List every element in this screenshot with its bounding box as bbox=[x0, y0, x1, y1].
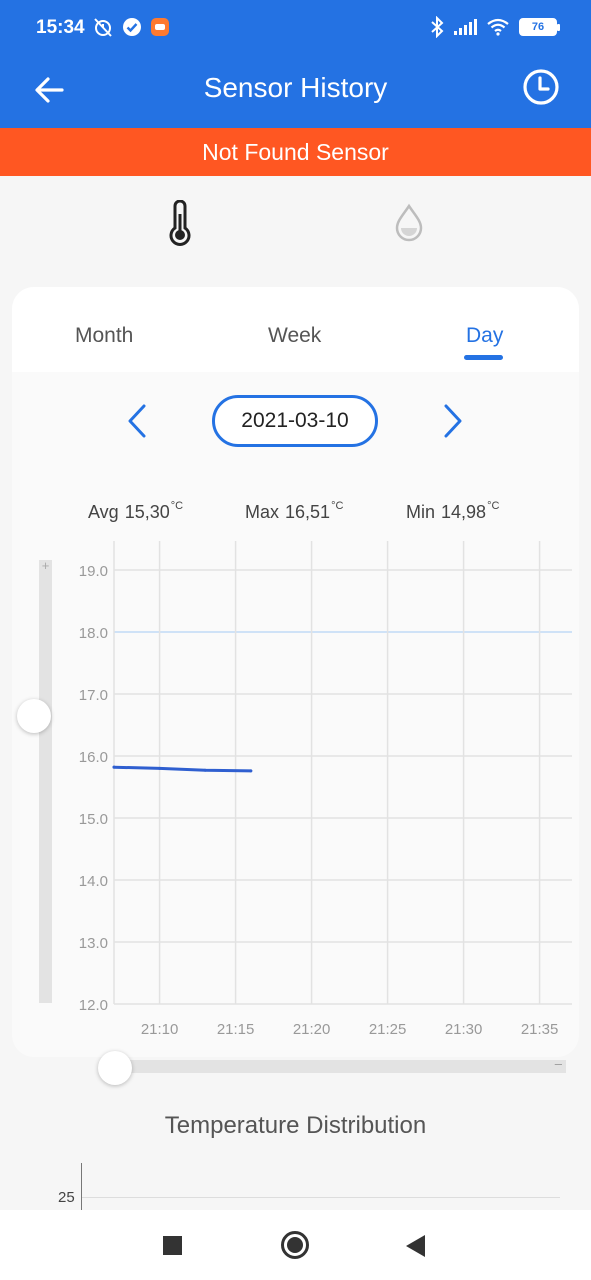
x-tick-label: 21:30 bbox=[445, 1021, 483, 1038]
signal-icon bbox=[454, 19, 477, 35]
x-tick-label: 21:25 bbox=[369, 1021, 407, 1038]
avg-stat: Avg 15,30°C bbox=[88, 500, 184, 523]
max-stat: Max 16,51°C bbox=[245, 500, 344, 523]
x-tick-label: 21:20 bbox=[293, 1021, 331, 1038]
min-value: 14,98 bbox=[441, 502, 487, 522]
zoom-out-icon: – bbox=[554, 1056, 562, 1071]
x-tick-label: 21:15 bbox=[217, 1021, 255, 1038]
y-tick-label: 14.0 bbox=[79, 873, 108, 890]
y-tick-label: 18.0 bbox=[79, 625, 108, 642]
min-unit: °C bbox=[487, 500, 500, 512]
battery-icon: 76 bbox=[519, 18, 560, 36]
distribution-gridline bbox=[82, 1197, 560, 1198]
min-stat: Min 14,98°C bbox=[406, 500, 500, 523]
status-right-icons: 76 bbox=[430, 16, 560, 38]
horizontal-zoom-slider[interactable]: – bbox=[125, 1056, 566, 1073]
sensor-type-tabs bbox=[0, 176, 591, 286]
home-icon[interactable] bbox=[281, 1231, 309, 1259]
clock-icon[interactable] bbox=[521, 67, 561, 107]
tab-week[interactable]: Week bbox=[268, 324, 321, 348]
x-tick-label: 21:35 bbox=[521, 1021, 559, 1038]
app-bar: Sensor History bbox=[0, 55, 591, 128]
data-point bbox=[158, 766, 162, 770]
y-tick-label: 13.0 bbox=[79, 935, 108, 952]
x-tick-label: 21:10 bbox=[141, 1021, 179, 1038]
page-title: Sensor History bbox=[203, 72, 388, 103]
distribution-y-axis bbox=[81, 1163, 82, 1211]
max-label: Max bbox=[245, 502, 280, 522]
period-tabs: Month Week Day bbox=[12, 287, 579, 372]
temperature-chart[interactable]: 12.0 13.0 14.0 15.0 16.0 17.0 18.0 19.0 21:10 21:… bbox=[0, 535, 591, 1045]
humidity-drop-icon[interactable] bbox=[393, 203, 425, 243]
battery-level: 76 bbox=[531, 21, 545, 33]
tab-indicator bbox=[464, 355, 503, 360]
thermometer-icon[interactable] bbox=[165, 200, 195, 246]
app-notification-icon bbox=[151, 18, 169, 36]
min-label: Min bbox=[406, 502, 436, 522]
bluetooth-icon bbox=[431, 16, 444, 38]
status-time: 15:34 bbox=[36, 17, 85, 38]
y-tick-label: 12.0 bbox=[79, 997, 108, 1014]
system-nav-bar bbox=[0, 1210, 591, 1280]
data-point bbox=[249, 769, 253, 773]
tab-month[interactable]: Month bbox=[75, 324, 133, 348]
previous-date-icon[interactable] bbox=[124, 403, 150, 439]
y-tick-label: 16.0 bbox=[79, 749, 108, 766]
horizontal-slider-thumb[interactable] bbox=[98, 1051, 132, 1085]
distribution-title: Temperature Distribution bbox=[164, 1112, 427, 1139]
y-tick-label: 19.0 bbox=[79, 563, 108, 580]
tab-day[interactable]: Day bbox=[466, 324, 503, 348]
avg-unit: °C bbox=[170, 500, 184, 512]
max-value: 16,51 bbox=[285, 502, 331, 522]
vertical-slider-thumb[interactable] bbox=[17, 699, 51, 733]
sensor-not-found-banner: Not Found Sensor bbox=[0, 128, 591, 176]
back-triangle-icon[interactable] bbox=[406, 1235, 425, 1257]
status-bar: 15:34 76 bbox=[0, 0, 591, 55]
date-selector[interactable]: 2021-03-10 bbox=[212, 395, 378, 447]
data-point bbox=[112, 765, 116, 769]
data-point bbox=[203, 768, 207, 772]
y-tick-label: 17.0 bbox=[79, 687, 108, 704]
next-date-icon[interactable] bbox=[440, 403, 466, 439]
verified-check-icon bbox=[123, 18, 141, 36]
series-line bbox=[112, 765, 253, 773]
wifi-icon bbox=[487, 18, 509, 36]
avg-label: Avg bbox=[88, 502, 119, 522]
distribution-y-tick: 25 bbox=[58, 1189, 75, 1206]
avg-value: 15,30 bbox=[124, 502, 170, 522]
muted-alarm-icon bbox=[94, 18, 112, 37]
y-tick-label: 15.0 bbox=[79, 811, 108, 828]
max-unit: °C bbox=[331, 500, 344, 512]
status-left-icons bbox=[92, 16, 170, 38]
recent-apps-icon[interactable] bbox=[163, 1236, 182, 1255]
